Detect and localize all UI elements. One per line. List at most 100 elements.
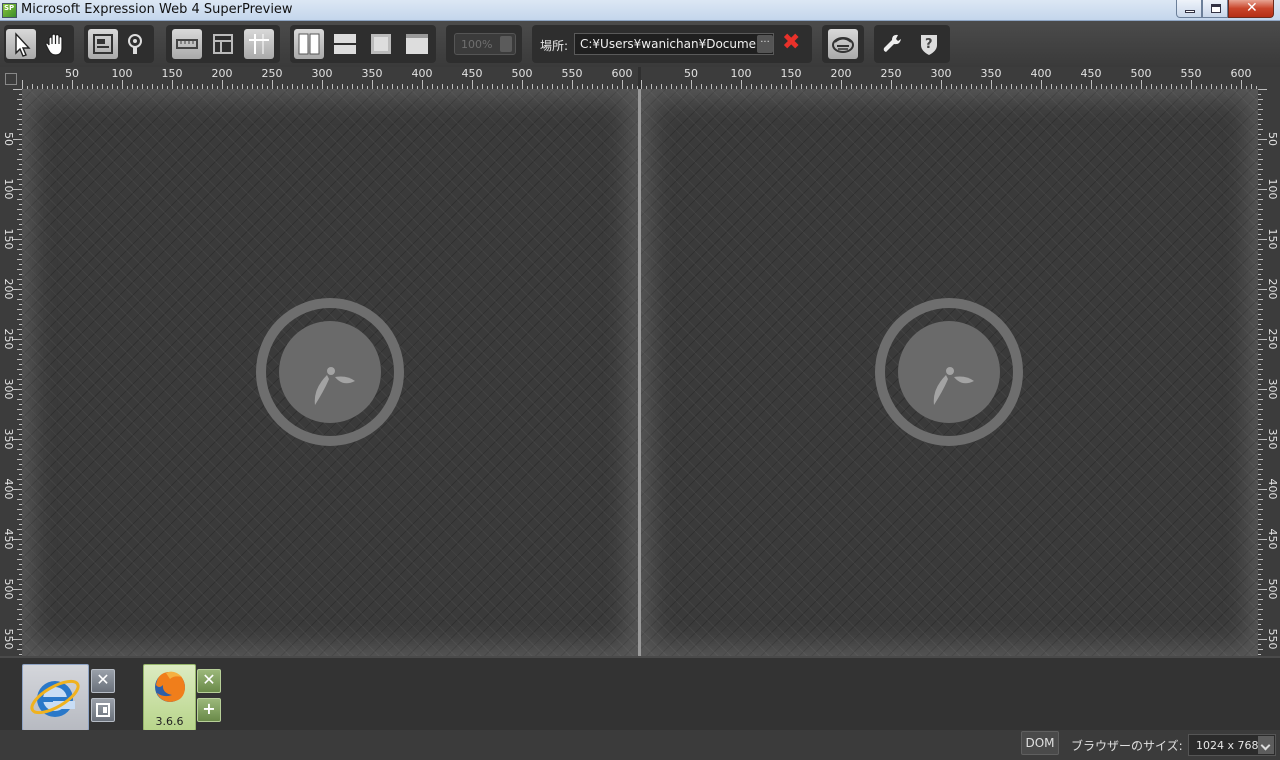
browser-size-select[interactable]: 1024 x 768 bbox=[1188, 734, 1276, 756]
ruler-label: 200 bbox=[212, 67, 233, 80]
title-bar: SP Microsoft Expression Web 4 SuperPrevi… bbox=[0, 0, 1280, 21]
split-vertical-icon bbox=[298, 33, 320, 55]
lightbulb-pin-icon bbox=[128, 34, 142, 54]
remove-firefox-button[interactable]: ✕ bbox=[197, 669, 221, 693]
ruler-label: 150 bbox=[781, 67, 802, 80]
ruler-icon bbox=[176, 39, 198, 49]
left-browser-pane[interactable] bbox=[22, 89, 638, 656]
pointer-tool-button[interactable] bbox=[6, 29, 36, 59]
location-bar: 場所: C:¥Users¥wanichan¥Documents ··· ✖ bbox=[532, 25, 812, 63]
ruler-label: 350 bbox=[1266, 429, 1279, 450]
ruler-label: 200 bbox=[831, 67, 852, 80]
ruler-label: 50 bbox=[1266, 132, 1279, 146]
ruler-label: 350 bbox=[2, 429, 15, 450]
single-view-button[interactable] bbox=[402, 29, 432, 59]
horizontal-ruler-right: 50 100 150 200 250 300 350 400 450 500 550 600 bbox=[641, 67, 1258, 89]
help-button[interactable]: ? bbox=[914, 29, 944, 59]
guides-icon bbox=[249, 34, 269, 54]
app-icon-text: SP bbox=[4, 4, 15, 12]
ruler-label: 100 bbox=[731, 67, 752, 80]
loading-spinner-icon bbox=[875, 298, 1023, 446]
browser-size-label: ブラウザーのサイズ: bbox=[1071, 739, 1183, 753]
ruler-label: 450 bbox=[462, 67, 483, 80]
ruler-label: 450 bbox=[1266, 529, 1279, 550]
ruler-button[interactable] bbox=[172, 29, 202, 59]
zoom-stepper[interactable] bbox=[500, 36, 512, 52]
overlay-button[interactable] bbox=[366, 29, 396, 59]
ruler-label: 250 bbox=[1266, 329, 1279, 350]
toolbar: 100% 場所: C:¥Users¥wanichan¥Documents ···… bbox=[0, 21, 1280, 67]
loading-spinner-icon bbox=[256, 298, 404, 446]
remove-ie-button[interactable]: ✕ bbox=[91, 669, 115, 693]
ruler-label: 300 bbox=[2, 379, 15, 400]
chevron-down-icon bbox=[1258, 736, 1274, 754]
ruler-corner bbox=[0, 67, 22, 89]
dom-highlight-button[interactable] bbox=[88, 29, 118, 59]
maximize-button[interactable] bbox=[1202, 0, 1228, 18]
zoom-field[interactable]: 100% bbox=[454, 33, 516, 55]
vertical-ruler-right: 50 100 150 200 250 300 350 400 450 500 550 bbox=[1258, 89, 1280, 656]
ruler-label: 300 bbox=[931, 67, 952, 80]
ruler-label: 500 bbox=[1131, 67, 1152, 80]
browse-button[interactable]: ··· bbox=[757, 35, 773, 53]
ruler-label: 400 bbox=[412, 67, 433, 80]
split-horizontal-icon bbox=[334, 34, 356, 54]
ruler-label: 600 bbox=[612, 67, 633, 80]
vertical-ruler-left: 50 100 150 200 250 300 350 400 450 500 550 bbox=[0, 89, 22, 656]
close-window-button[interactable]: ✕ bbox=[1228, 0, 1274, 18]
options-button[interactable] bbox=[878, 29, 908, 59]
tool-group-rulers bbox=[166, 25, 280, 63]
ruler-corner-icon bbox=[5, 73, 17, 85]
guides-button[interactable] bbox=[244, 29, 274, 59]
firefox-icon bbox=[155, 671, 185, 702]
ruler-label: 400 bbox=[1266, 479, 1279, 500]
tool-group-remote bbox=[822, 25, 864, 63]
ruler-label: 50 bbox=[65, 67, 79, 80]
layout-grid-icon bbox=[213, 34, 233, 54]
right-browser-pane[interactable] bbox=[641, 89, 1258, 656]
clear-location-button[interactable]: ✖ bbox=[782, 30, 800, 56]
ruler-label: 500 bbox=[512, 67, 533, 80]
remote-browser-button[interactable] bbox=[828, 29, 858, 59]
ruler-label: 200 bbox=[1266, 279, 1279, 300]
ruler-label: 250 bbox=[262, 67, 283, 80]
svg-text:?: ? bbox=[925, 37, 933, 52]
browser-selection-bar: ✕ 3.6.6 ✕ + bbox=[0, 656, 1280, 731]
ruler-label: 100 bbox=[112, 67, 133, 80]
pan-tool-button[interactable] bbox=[40, 29, 70, 59]
tool-group-options: ? bbox=[874, 25, 950, 63]
hand-icon bbox=[45, 33, 63, 56]
wrench-icon bbox=[883, 34, 901, 52]
ruler-label: 450 bbox=[1081, 67, 1102, 80]
location-input[interactable]: C:¥Users¥wanichan¥Documents bbox=[574, 33, 774, 55]
remote-browser-icon bbox=[832, 37, 854, 53]
ruler-label: 400 bbox=[2, 479, 15, 500]
window-title: Microsoft Expression Web 4 SuperPreview bbox=[21, 2, 293, 17]
pin-button[interactable] bbox=[120, 29, 150, 59]
ruler-label: 550 bbox=[1266, 629, 1279, 650]
close-icon: ✕ bbox=[96, 670, 110, 689]
ruler-label: 150 bbox=[1266, 229, 1279, 250]
ruler-label: 600 bbox=[1231, 67, 1252, 80]
ruler-corner-right bbox=[1258, 67, 1280, 89]
zoom-value: 100% bbox=[461, 38, 493, 51]
layout-guides-button[interactable] bbox=[208, 29, 238, 59]
dom-button[interactable]: DOM bbox=[1021, 731, 1059, 755]
ruler-label: 400 bbox=[1031, 67, 1052, 80]
firefox-version: 3.6.6 bbox=[155, 715, 184, 728]
firefox-browser-tab[interactable]: 3.6.6 bbox=[143, 664, 196, 731]
page-layout-icon bbox=[93, 34, 113, 54]
browser-size-value: 1024 x 768 bbox=[1196, 739, 1259, 752]
close-icon: ✕ bbox=[1246, 0, 1258, 16]
ruler-label: 550 bbox=[2, 629, 15, 650]
add-browser-button[interactable]: + bbox=[197, 698, 221, 722]
app-icon: SP bbox=[2, 3, 17, 18]
ie-browser-tab[interactable] bbox=[22, 664, 89, 731]
ruler-label: 550 bbox=[1181, 67, 1202, 80]
vertical-split-button[interactable] bbox=[294, 29, 324, 59]
ruler-label: 250 bbox=[881, 67, 902, 80]
ie-mode-button[interactable] bbox=[91, 698, 115, 722]
location-label: 場所: bbox=[540, 39, 569, 53]
horizontal-split-button[interactable] bbox=[330, 29, 360, 59]
minimize-button[interactable] bbox=[1176, 0, 1202, 18]
